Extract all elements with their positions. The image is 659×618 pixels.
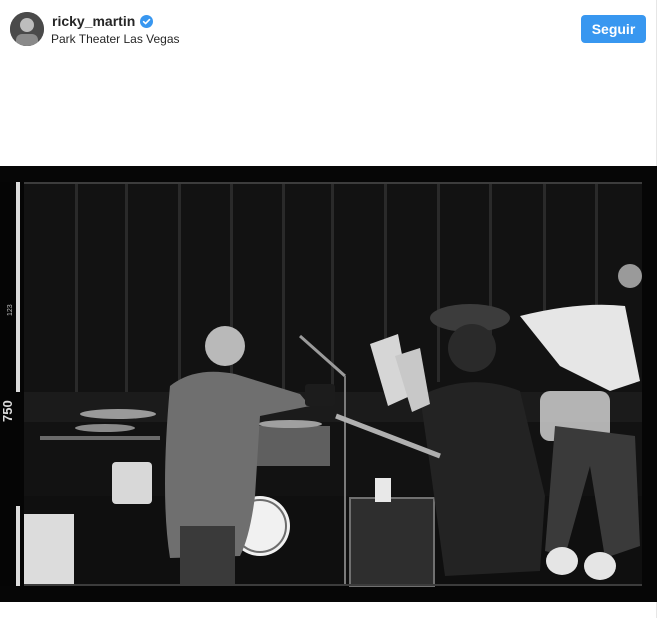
post-header: ricky_martin Park Theater Las Vegas Segu… [0, 0, 657, 60]
film-edge-number: 750 [0, 400, 15, 422]
film-edge-code: 123 [7, 304, 14, 316]
verified-badge-icon [140, 14, 154, 28]
location-link[interactable]: Park Theater Las Vegas [51, 32, 180, 46]
username-row: ricky_martin [52, 13, 154, 29]
profile-avatar[interactable] [10, 12, 44, 46]
follow-button[interactable]: Seguir [581, 15, 646, 43]
post-card: ricky_martin Park Theater Las Vegas Segu… [0, 0, 657, 618]
username-link[interactable]: ricky_martin [52, 13, 135, 29]
post-photo[interactable]: 750 123 [0, 166, 657, 602]
